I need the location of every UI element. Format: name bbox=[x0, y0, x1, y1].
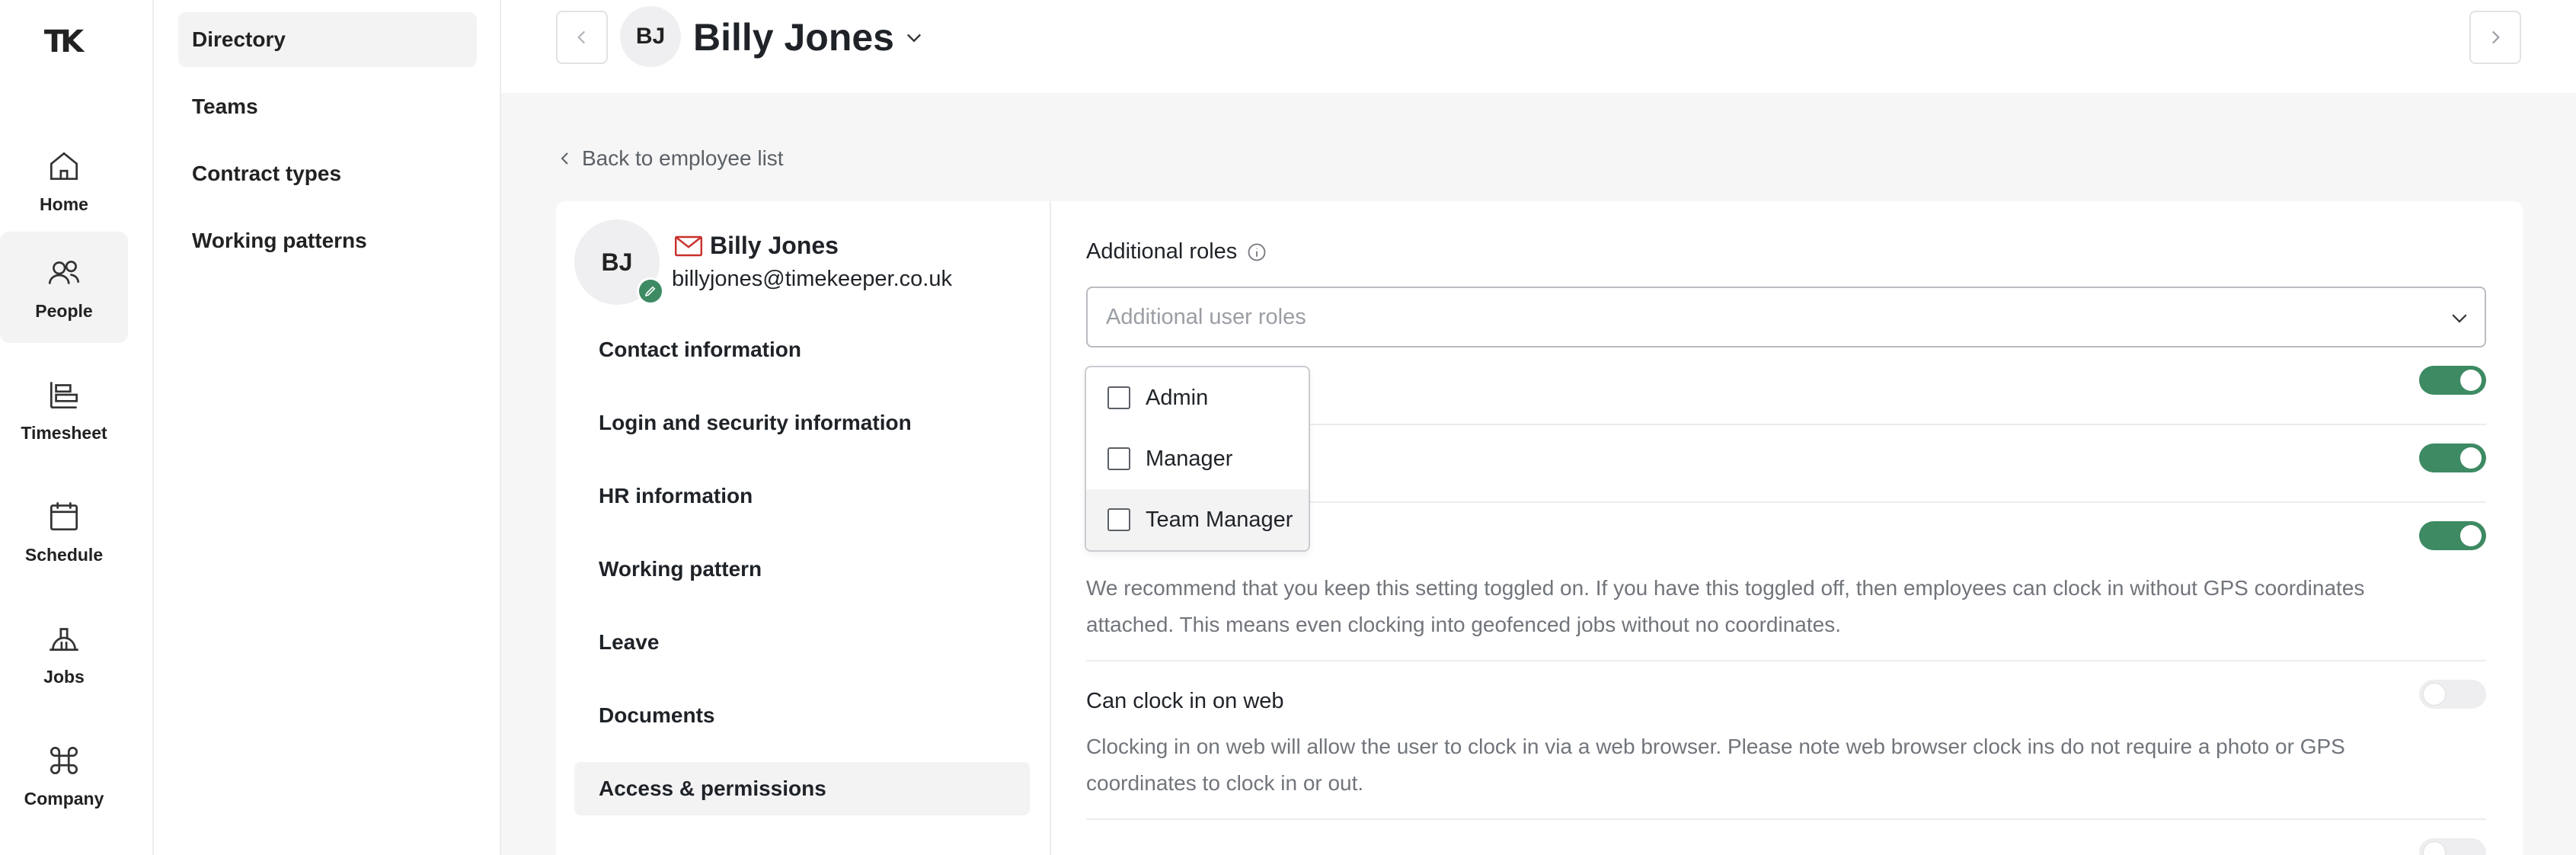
checkbox[interactable] bbox=[1107, 447, 1130, 470]
subnav-item-working-patterns[interactable]: Working patterns bbox=[178, 213, 477, 268]
rail-item-label: Company bbox=[24, 788, 104, 809]
web-clock-in-description: Clocking in on web will allow the user t… bbox=[1086, 729, 2381, 802]
section-login-security[interactable]: Login and security information bbox=[574, 396, 1030, 450]
rail-item-label: Timesheet bbox=[21, 422, 107, 443]
role-option-label: Team Manager bbox=[1146, 507, 1293, 532]
page-title: Billy Jones bbox=[693, 16, 894, 59]
additional-roles-label: Additional roles bbox=[1086, 239, 1267, 264]
role-option-admin[interactable]: Admin bbox=[1086, 367, 1309, 428]
subnav-item-teams[interactable]: Teams bbox=[178, 79, 477, 134]
additional-roles-label-text: Additional roles bbox=[1086, 239, 1238, 264]
checkbox[interactable] bbox=[1107, 386, 1130, 409]
permission-toggle-2[interactable] bbox=[2419, 444, 2486, 472]
rail-item-timesheet[interactable]: Timesheet bbox=[0, 354, 128, 465]
pencil-icon bbox=[644, 286, 656, 297]
role-option-label: Admin bbox=[1146, 385, 1209, 410]
people-icon bbox=[48, 260, 80, 284]
command-icon bbox=[50, 746, 78, 774]
role-option-manager[interactable]: Manager bbox=[1086, 428, 1309, 489]
chevron-left-icon bbox=[561, 152, 568, 165]
edit-avatar-button[interactable] bbox=[637, 277, 664, 305]
gps-setting-description: We recommend that you keep this setting … bbox=[1086, 570, 2381, 643]
web-desc-line-2: coordinates to clock in or out. bbox=[1086, 771, 1364, 795]
timesheet-icon bbox=[50, 381, 78, 408]
web-clock-in-title: Can clock in on web bbox=[1086, 689, 1284, 713]
section-working-pattern[interactable]: Working pattern bbox=[574, 543, 1030, 596]
mail-icon bbox=[675, 235, 702, 256]
rail-item-label: Home bbox=[40, 194, 88, 214]
chevron-left-icon bbox=[577, 30, 586, 44]
additional-roles-select[interactable]: Additional user roles bbox=[1086, 287, 2486, 347]
section-hr-information[interactable]: HR information bbox=[574, 469, 1030, 523]
subnav-item-directory[interactable]: Directory bbox=[178, 12, 477, 67]
toggle-knob bbox=[2460, 370, 2482, 391]
rail-item-label: People bbox=[35, 300, 93, 321]
rail-item-schedule[interactable]: Schedule bbox=[0, 476, 128, 587]
chevron-down-icon bbox=[2452, 314, 2467, 323]
jobs-icon bbox=[50, 627, 78, 651]
avatar: BJ bbox=[620, 6, 681, 67]
toggle-knob bbox=[2424, 842, 2445, 855]
additional-roles-placeholder: Additional user roles bbox=[1106, 304, 1306, 329]
permission-toggle-1[interactable] bbox=[2419, 366, 2486, 395]
employee-switcher[interactable]: Billy Jones bbox=[693, 11, 925, 64]
info-icon[interactable] bbox=[1246, 242, 1267, 263]
checkbox[interactable] bbox=[1107, 508, 1130, 531]
toggle-knob bbox=[2424, 684, 2445, 705]
app-logo[interactable]: TK bbox=[40, 23, 84, 61]
gps-required-toggle[interactable] bbox=[2419, 521, 2486, 550]
section-documents[interactable]: Documents bbox=[574, 689, 1030, 742]
chevron-down-icon bbox=[907, 34, 921, 43]
section-leave[interactable]: Leave bbox=[574, 616, 1030, 669]
section-contact-information[interactable]: Contact information bbox=[574, 323, 1030, 376]
back-to-employee-list-link[interactable]: Back to employee list bbox=[556, 146, 784, 171]
role-option-label: Manager bbox=[1146, 446, 1233, 471]
rail-item-home[interactable]: Home bbox=[0, 125, 128, 236]
profile-name: Billy Jones bbox=[675, 232, 839, 260]
profile-card: BJ Billy Jones billyjones@timekeeper.co.… bbox=[556, 201, 1050, 855]
additional-roles-dropdown: Admin Manager Team Manager bbox=[1085, 366, 1310, 552]
home-icon bbox=[50, 152, 78, 180]
web-desc-line-1: Clocking in on web will allow the user t… bbox=[1086, 735, 2345, 758]
permission-toggle-5[interactable] bbox=[2419, 838, 2486, 855]
toggle-knob bbox=[2460, 447, 2482, 469]
web-clock-in-toggle[interactable] bbox=[2419, 680, 2486, 709]
calendar-icon bbox=[50, 501, 78, 530]
toggle-knob bbox=[2460, 525, 2482, 546]
section-access-permissions[interactable]: Access & permissions bbox=[574, 762, 1030, 815]
rail-item-company[interactable]: Company bbox=[0, 719, 128, 831]
rail-item-jobs[interactable]: Jobs bbox=[0, 597, 128, 709]
employee-header: BJ Billy Jones bbox=[501, 0, 2576, 93]
gps-desc-line-1: We recommend that you keep this setting … bbox=[1086, 576, 2365, 600]
next-employee-button[interactable] bbox=[2469, 11, 2521, 64]
previous-employee-button[interactable] bbox=[556, 11, 608, 64]
people-subnav: Directory Teams Contract types Working p… bbox=[154, 0, 501, 855]
divider bbox=[1086, 818, 2486, 820]
app-rail: TK Home People Timesheet Schedule Jobs C… bbox=[0, 0, 154, 855]
rail-item-label: Schedule bbox=[24, 544, 104, 565]
gps-desc-line-2: attached. This means even clocking into … bbox=[1086, 613, 1841, 636]
profile-email: billyjones@timekeeper.co.uk bbox=[672, 267, 952, 291]
back-link-label: Back to employee list bbox=[582, 146, 784, 170]
chevron-right-icon bbox=[2491, 30, 2500, 44]
rail-item-people[interactable]: People bbox=[0, 232, 128, 343]
rail-item-label: Jobs bbox=[43, 666, 85, 687]
subnav-item-contract-types[interactable]: Contract types bbox=[178, 146, 477, 201]
divider bbox=[1086, 660, 2486, 661]
profile-name-text: Billy Jones bbox=[710, 232, 839, 259]
role-option-team-manager[interactable]: Team Manager bbox=[1086, 489, 1309, 550]
